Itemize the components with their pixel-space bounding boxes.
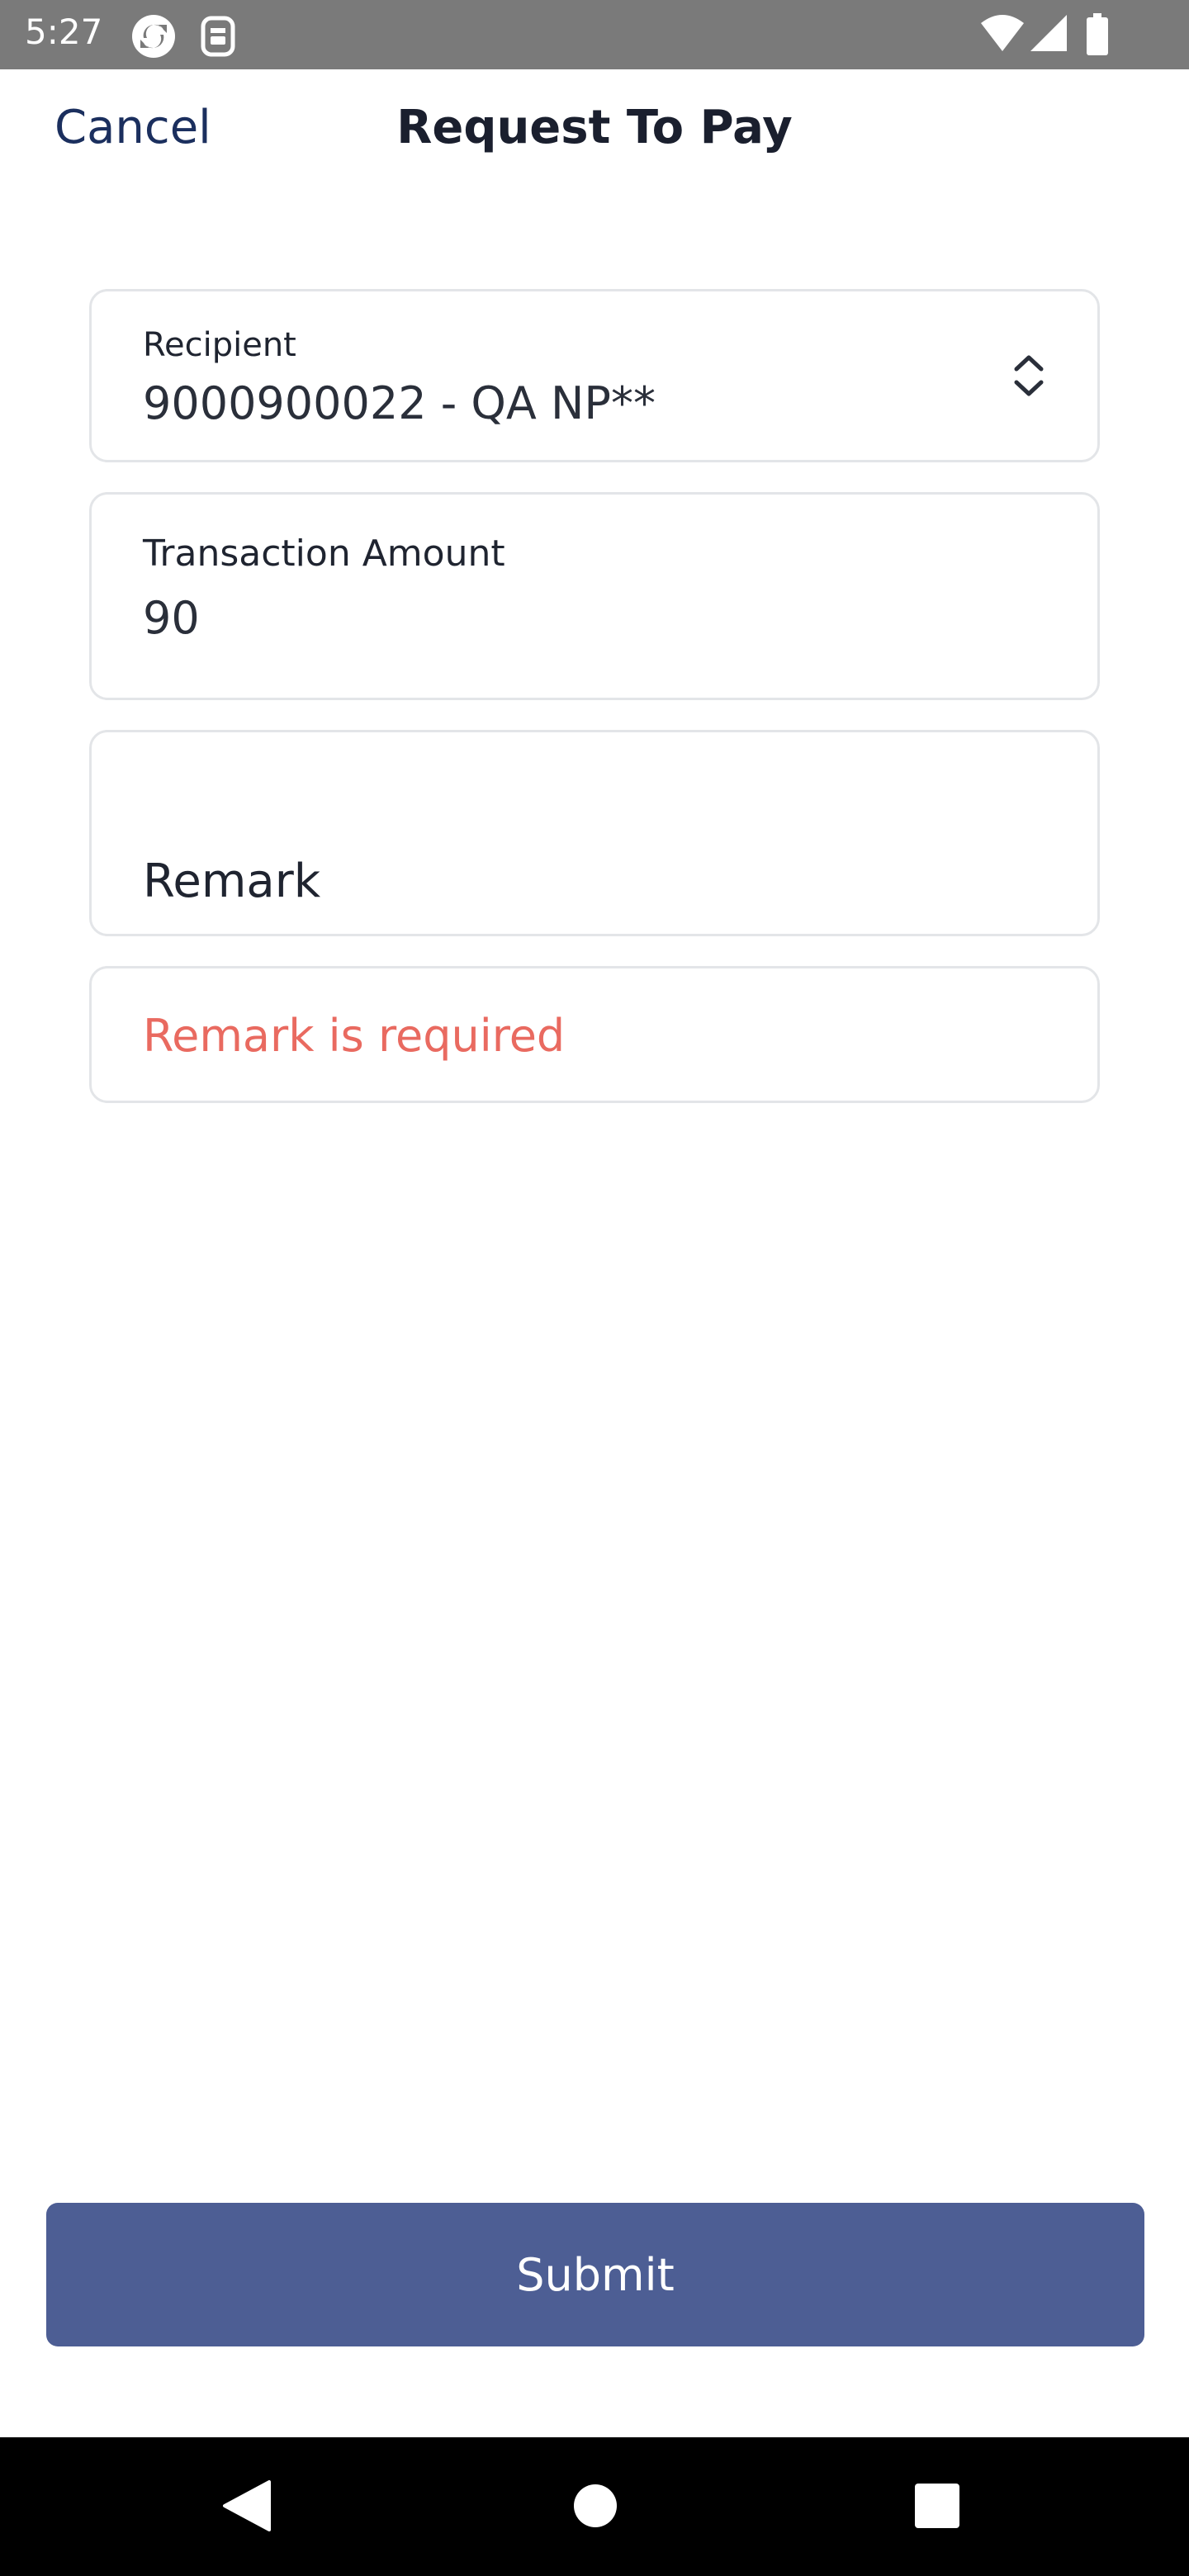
request-to-pay-screen: 5:27 Cancel Request To Pay Recipient 900… xyxy=(0,0,1189,2576)
recipient-select[interactable]: Recipient 9000900022 - QA NP** xyxy=(89,289,1100,462)
sim-icon xyxy=(198,13,238,64)
recents-icon[interactable] xyxy=(915,2484,959,2532)
transaction-amount-value: 90 xyxy=(143,592,200,644)
system-nav-bar xyxy=(0,2437,1189,2576)
signal-icon xyxy=(1029,13,1070,59)
sync-icon xyxy=(130,13,177,64)
recipient-label: Recipient xyxy=(143,326,296,364)
battery-icon xyxy=(1085,13,1110,60)
back-icon[interactable] xyxy=(221,2479,272,2537)
page-title: Request To Pay xyxy=(396,101,793,154)
remark-placeholder: Remark xyxy=(143,855,321,908)
remark-field[interactable]: Remark xyxy=(89,730,1100,936)
remark-error-box: Remark is required xyxy=(89,966,1100,1103)
transaction-amount-label: Transaction Amount xyxy=(143,533,505,575)
sort-updown-icon xyxy=(1011,353,1046,403)
wifi-icon xyxy=(979,13,1026,59)
submit-button[interactable]: Submit xyxy=(46,2203,1144,2346)
status-bar: 5:27 xyxy=(0,0,1189,69)
remark-error-message: Remark is required xyxy=(143,1010,566,1062)
transaction-amount-field[interactable]: Transaction Amount 90 xyxy=(89,492,1100,700)
recipient-value: 9000900022 - QA NP** xyxy=(143,377,656,429)
home-icon[interactable] xyxy=(573,2484,618,2532)
status-time: 5:27 xyxy=(25,12,103,52)
